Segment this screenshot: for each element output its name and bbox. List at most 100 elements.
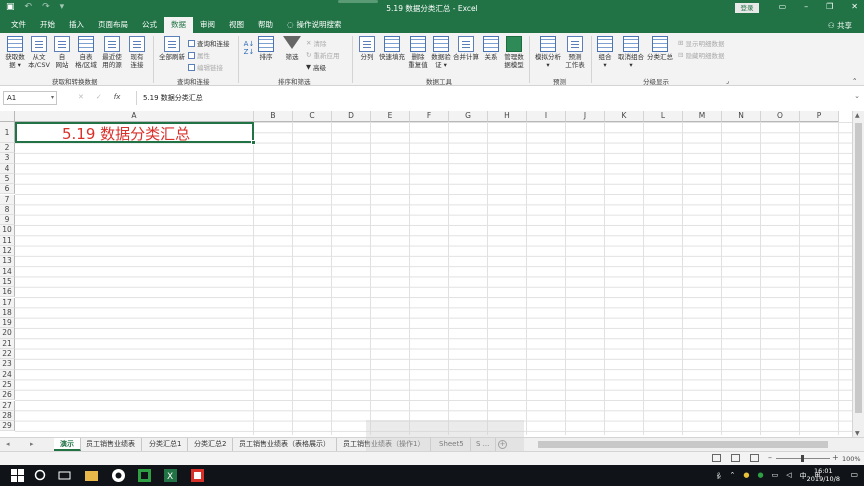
row-header[interactable]: 4 [0,163,15,174]
search-icon[interactable] [33,468,48,483]
row-header[interactable]: 10 [0,225,15,236]
cancel-icon[interactable]: ✕ [78,93,84,101]
tab-help[interactable]: 帮助 [251,17,280,33]
queries-connections-button[interactable]: 查询和连接 [188,38,230,48]
column-header[interactable]: F [410,111,449,122]
row-header[interactable]: 27 [0,400,15,411]
sheet-tab-subtotal2[interactable]: 分类汇总2 [188,438,234,451]
filter-button[interactable]: 筛选 [283,36,301,62]
worksheet-grid[interactable]: ABCDEFGHIJKLMNOP 1 2 3 4 5 6 7 8 9 10 11 12 13 14 15 16… [0,111,852,435]
row-header[interactable]: 28 [0,410,15,422]
close-icon[interactable]: ✕ [851,2,858,11]
scroll-up-icon[interactable]: ▲ [855,112,860,119]
horizontal-scroll-thumb[interactable] [538,441,828,448]
data-validation-button[interactable]: 数据验证 ▾ [430,36,452,69]
presentation-app-icon[interactable] [190,468,205,483]
name-box[interactable]: A1 [3,91,57,105]
row-header[interactable]: 15 [0,276,15,288]
tab-data[interactable]: 数据 [164,17,193,33]
subtotal-button[interactable]: 分类汇总 [646,36,674,62]
sheet-tab-sales-table[interactable]: 员工销售业绩表（表格展示） [233,438,337,451]
column-header[interactable]: L [644,111,683,122]
login-button[interactable]: 登录 [735,3,759,13]
consolidate-button[interactable]: 合并计算 [452,36,480,62]
scroll-down-icon[interactable]: ▼ [855,430,860,437]
from-csv-button[interactable]: 从文 本/CSV [28,36,50,69]
tab-file[interactable]: 文件 [4,17,33,33]
row-header[interactable]: 2 [0,143,15,154]
row-header[interactable]: 25 [0,379,15,391]
column-header[interactable]: N [722,111,761,122]
tray-chevron-icon[interactable]: ⌃ [729,471,735,481]
row-header[interactable]: 7 [0,194,15,205]
row-header[interactable]: 18 [0,307,15,319]
next-sheet-icon[interactable]: ▸ [30,440,34,448]
vertical-scrollbar[interactable]: ▲ ▼ [852,111,864,438]
fill-handle[interactable] [251,140,256,145]
relationships-button[interactable]: 关系 [482,36,500,62]
page-break-view-icon[interactable] [750,454,759,462]
share-button[interactable]: ⚇ 共享 [828,20,852,31]
media-app-icon[interactable] [111,468,126,483]
column-header[interactable]: P [800,111,839,122]
advanced-button[interactable]: ▼ 高级 [306,62,326,72]
row-header[interactable]: 24 [0,369,15,380]
row-header[interactable]: 26 [0,390,15,401]
network-icon[interactable]: ▭ [772,471,779,481]
row-header[interactable]: 12 [0,246,15,257]
clock[interactable]: 16:01 2019/10/8 [807,467,840,483]
restore-icon[interactable]: ❐ [826,2,833,11]
excel-app-icon[interactable]: X [163,468,178,483]
sheet-tab-demo[interactable]: 演示 [54,438,81,451]
column-header[interactable]: I [527,111,566,122]
volume-icon[interactable]: ◁ [786,471,791,481]
select-all-corner[interactable] [0,111,15,122]
edit-links-button[interactable]: 编辑链接 [188,62,223,72]
sheet-tab-sales[interactable]: 员工销售业绩表 [80,438,142,451]
recorder-app-icon[interactable] [137,468,152,483]
windows-start-icon[interactable] [10,468,25,483]
row-header[interactable]: 17 [0,297,15,308]
page-layout-view-icon[interactable] [731,454,740,462]
from-table-button[interactable]: 自表 格/区域 [74,36,98,69]
forecast-sheet-button[interactable]: 预测 工作表 [564,36,586,69]
column-header[interactable]: J [566,111,605,122]
manage-data-model-button[interactable]: 管理数 据模型 [503,36,525,69]
collapse-ribbon-icon[interactable]: ⌃ [852,77,857,85]
row-header[interactable]: 20 [0,328,15,339]
fx-icon[interactable]: fx [114,93,121,101]
column-header[interactable]: B [254,111,293,122]
row-header[interactable]: 14 [0,266,15,277]
row-header[interactable]: 16 [0,287,15,298]
properties-button[interactable]: 属性 [188,50,210,60]
column-header[interactable]: E [371,111,410,122]
from-web-button[interactable]: 自网站 [53,36,71,69]
zoom-in-icon[interactable]: + [832,453,839,462]
tray-app-icon[interactable]: ● [743,471,749,481]
row-header[interactable]: 11 [0,235,15,246]
expand-formula-icon[interactable]: ⌄ [854,92,860,100]
zoom-out-icon[interactable]: – [768,453,772,462]
column-header[interactable]: A [15,111,254,122]
ime-indicator[interactable]: 中 [800,471,807,481]
row-header[interactable]: 6 [0,184,15,195]
sheet-tab-subtotal1[interactable]: 分类汇总1 [143,438,189,451]
column-header[interactable]: H [488,111,527,122]
enter-icon[interactable]: ✓ [96,93,102,101]
tab-page-layout[interactable]: 页面布局 [91,17,135,33]
horizontal-scrollbar[interactable] [528,440,850,449]
dialog-launcher-icon[interactable]: ⌟ [726,77,729,85]
column-header[interactable]: G [449,111,488,122]
notification-icon[interactable]: ▭ [850,470,858,479]
column-header[interactable]: C [293,111,332,122]
show-detail-button[interactable]: ⊞ 显示明细数据 [678,38,724,48]
zoom-knob[interactable] [801,455,804,462]
row-header[interactable]: 5 [0,173,15,185]
prev-sheet-icon[interactable]: ◂ [6,440,10,448]
existing-connections-button[interactable]: 现有 连接 [128,36,146,69]
refresh-all-button[interactable]: 全部刷新 [158,36,186,62]
tab-view[interactable]: 视图 [222,17,251,33]
sort-button[interactable]: 排序 [257,36,275,62]
task-view-icon[interactable] [57,468,72,483]
row-header[interactable]: 23 [0,359,15,370]
